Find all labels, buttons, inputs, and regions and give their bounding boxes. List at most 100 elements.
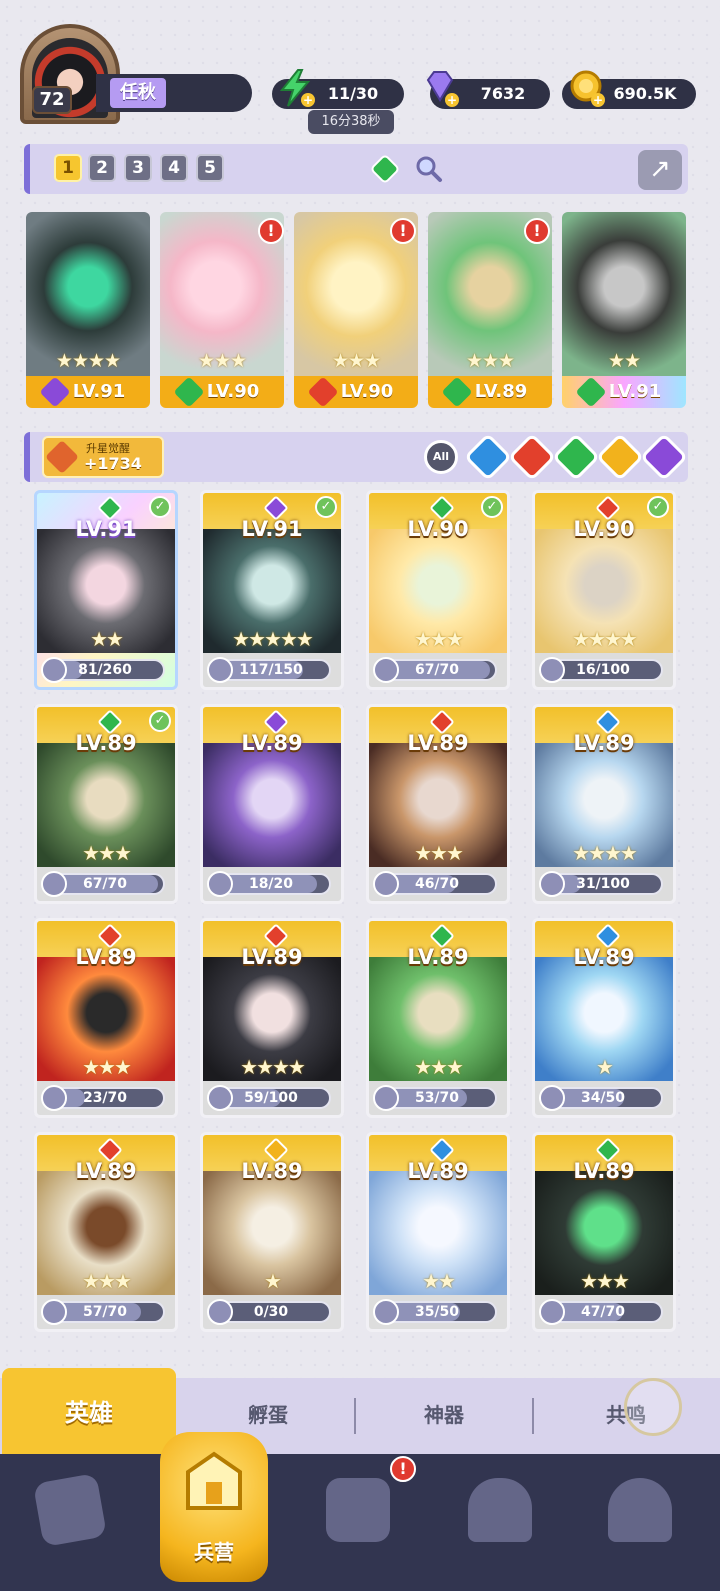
svg-text:+: + (447, 93, 457, 107)
star-up-icon (45, 440, 79, 474)
hero-card[interactable]: LV.89 ★ 0/30 (200, 1132, 344, 1332)
hero-card[interactable]: LV.89 18/20 (200, 704, 344, 904)
hero-card[interactable]: LV.90 ✓ ★★★ 67/70 (366, 490, 510, 690)
hero-stars: ★★★ (414, 841, 464, 865)
nav-mushroom[interactable] (600, 1470, 680, 1550)
team-slot-4[interactable]: 4 (160, 154, 188, 182)
hero-level: LV.89 (241, 731, 303, 755)
hero-stars: ★★ (90, 627, 124, 651)
filter-all-button[interactable]: All (424, 440, 458, 474)
shard-icon (207, 1299, 233, 1325)
hero-stars: ★ (596, 1055, 614, 1079)
awaken-value: +1734 (84, 454, 142, 473)
team-slot-5[interactable]: 5 (196, 154, 224, 182)
team-hero-card-5[interactable]: ★★ LV.91 (562, 212, 686, 408)
alert-badge: ! (258, 218, 284, 244)
shard-icon (41, 871, 67, 897)
hero-card[interactable]: LV.90 ✓ ★★★★ 16/100 (532, 490, 676, 690)
awaken-button[interactable]: 升星觉醒 +1734 (42, 436, 164, 478)
hero-stars: ★★ (607, 350, 641, 372)
nav-castle[interactable] (460, 1470, 540, 1550)
tab-artifacts[interactable]: 神器 (356, 1390, 532, 1440)
top-bar: 72 任秋 11/30 + 16分38秒 7632 + 690.5K + (0, 0, 720, 140)
team-element-icon[interactable] (368, 152, 402, 186)
hero-level: LV.89 (407, 1159, 469, 1183)
hero-card[interactable]: LV.89 ★★★ 57/70 (34, 1132, 178, 1332)
hero-stars: ★★★★ (572, 841, 638, 865)
hero-card[interactable]: LV.91 ✓ ★★ 81/260 (34, 490, 178, 690)
castle-icon (468, 1478, 532, 1542)
hero-level: LV.91 (241, 517, 303, 541)
check-icon: ✓ (315, 496, 337, 518)
cards-icon (32, 1472, 108, 1548)
shard-icon (539, 1299, 565, 1325)
hero-card[interactable]: LV.89 ★★★★ 31/100 (532, 704, 676, 904)
shard-icon (41, 657, 67, 683)
hero-level: LV.89 (407, 945, 469, 969)
share-icon[interactable]: ↗ (638, 150, 682, 190)
hero-level: LV.89 (75, 1159, 137, 1183)
shard-progress-text: 53/70 (414, 1090, 460, 1106)
shard-progress-text: 0/30 (253, 1304, 289, 1320)
shard-icon (373, 871, 399, 897)
gem-value: 7632 (480, 84, 526, 103)
shard-progress-text: 57/70 (82, 1304, 128, 1320)
team-slot-2[interactable]: 2 (88, 154, 116, 182)
shard-progress-text: 34/50 (580, 1090, 626, 1106)
tab-heroes[interactable]: 英雄 (2, 1368, 176, 1458)
hero-level: LV.91 (75, 517, 137, 541)
shard-progress-text: 23/70 (82, 1090, 128, 1106)
shard-progress-text: 81/260 (78, 662, 132, 678)
hero-card[interactable]: LV.89 ★★ 35/50 (366, 1132, 510, 1332)
hero-card[interactable]: LV.91 ✓ ★★★★★ 117/150 (200, 490, 344, 690)
hero-card[interactable]: LV.89 ★★★ 53/70 (366, 918, 510, 1118)
shard-progress-text: 16/100 (576, 662, 630, 678)
team-hero-card-1[interactable]: ★★★★ LV.91 (26, 212, 150, 408)
shard-icon (539, 657, 565, 683)
shard-progress-text: 46/70 (414, 876, 460, 892)
shard-icon (539, 871, 565, 897)
shard-icon (207, 871, 233, 897)
barracks-icon (186, 1451, 242, 1510)
hero-stars: ★★★ (82, 841, 132, 865)
floating-ring-icon[interactable] (624, 1378, 682, 1436)
hero-card[interactable]: LV.89 ★★★ 47/70 (532, 1132, 676, 1332)
hero-stars: ★★★★ (572, 627, 638, 651)
shard-progress-text: 47/70 (580, 1304, 626, 1320)
hero-stars: ★★★ (414, 1055, 464, 1079)
hero-portrait (203, 743, 341, 867)
magnifier-icon[interactable] (414, 154, 444, 184)
hero-card[interactable]: LV.89 ★★★★ 59/100 (200, 918, 344, 1118)
shard-progress-text: 31/100 (576, 876, 630, 892)
team-slot-1[interactable]: 1 (54, 154, 82, 182)
player-name: 任秋 (110, 78, 166, 108)
hero-level: LV.89 (407, 731, 469, 755)
shard-progress-text: 67/70 (414, 662, 460, 678)
shard-icon (373, 657, 399, 683)
hero-stars: ★★★ (82, 1269, 132, 1293)
check-icon: ✓ (481, 496, 503, 518)
nav-barracks-label: 兵营 (194, 1540, 234, 1564)
hero-stars: ★★★★ (240, 1055, 306, 1079)
nav-barracks[interactable]: 兵营 (160, 1432, 268, 1582)
team-slot-3[interactable]: 3 (124, 154, 152, 182)
shard-icon (41, 1299, 67, 1325)
diamond-icon: + (426, 71, 459, 107)
shard-progress-text: 18/20 (248, 876, 294, 892)
nav-cards[interactable] (30, 1470, 110, 1550)
hero-card[interactable]: LV.89 ★★★ 23/70 (34, 918, 178, 1118)
hero-stars: ★★★ (414, 627, 464, 651)
svg-text:+: + (303, 93, 313, 107)
nav-map[interactable] (318, 1470, 398, 1550)
hero-card[interactable]: LV.89 ★ 34/50 (532, 918, 676, 1118)
shard-progress-text: 67/70 (82, 876, 128, 892)
hero-level: LV.89 (573, 1159, 635, 1183)
hero-level: LV.89 (573, 945, 635, 969)
hero-stars: ★ (264, 1269, 282, 1293)
check-icon: ✓ (149, 710, 171, 732)
hero-stars: ★★★ (331, 350, 381, 372)
alert-badge: ! (390, 218, 416, 244)
hero-card[interactable]: LV.89 ★★★ 46/70 (366, 704, 510, 904)
shard-icon (373, 1299, 399, 1325)
hero-card[interactable]: LV.89 ✓ ★★★ 67/70 (34, 704, 178, 904)
